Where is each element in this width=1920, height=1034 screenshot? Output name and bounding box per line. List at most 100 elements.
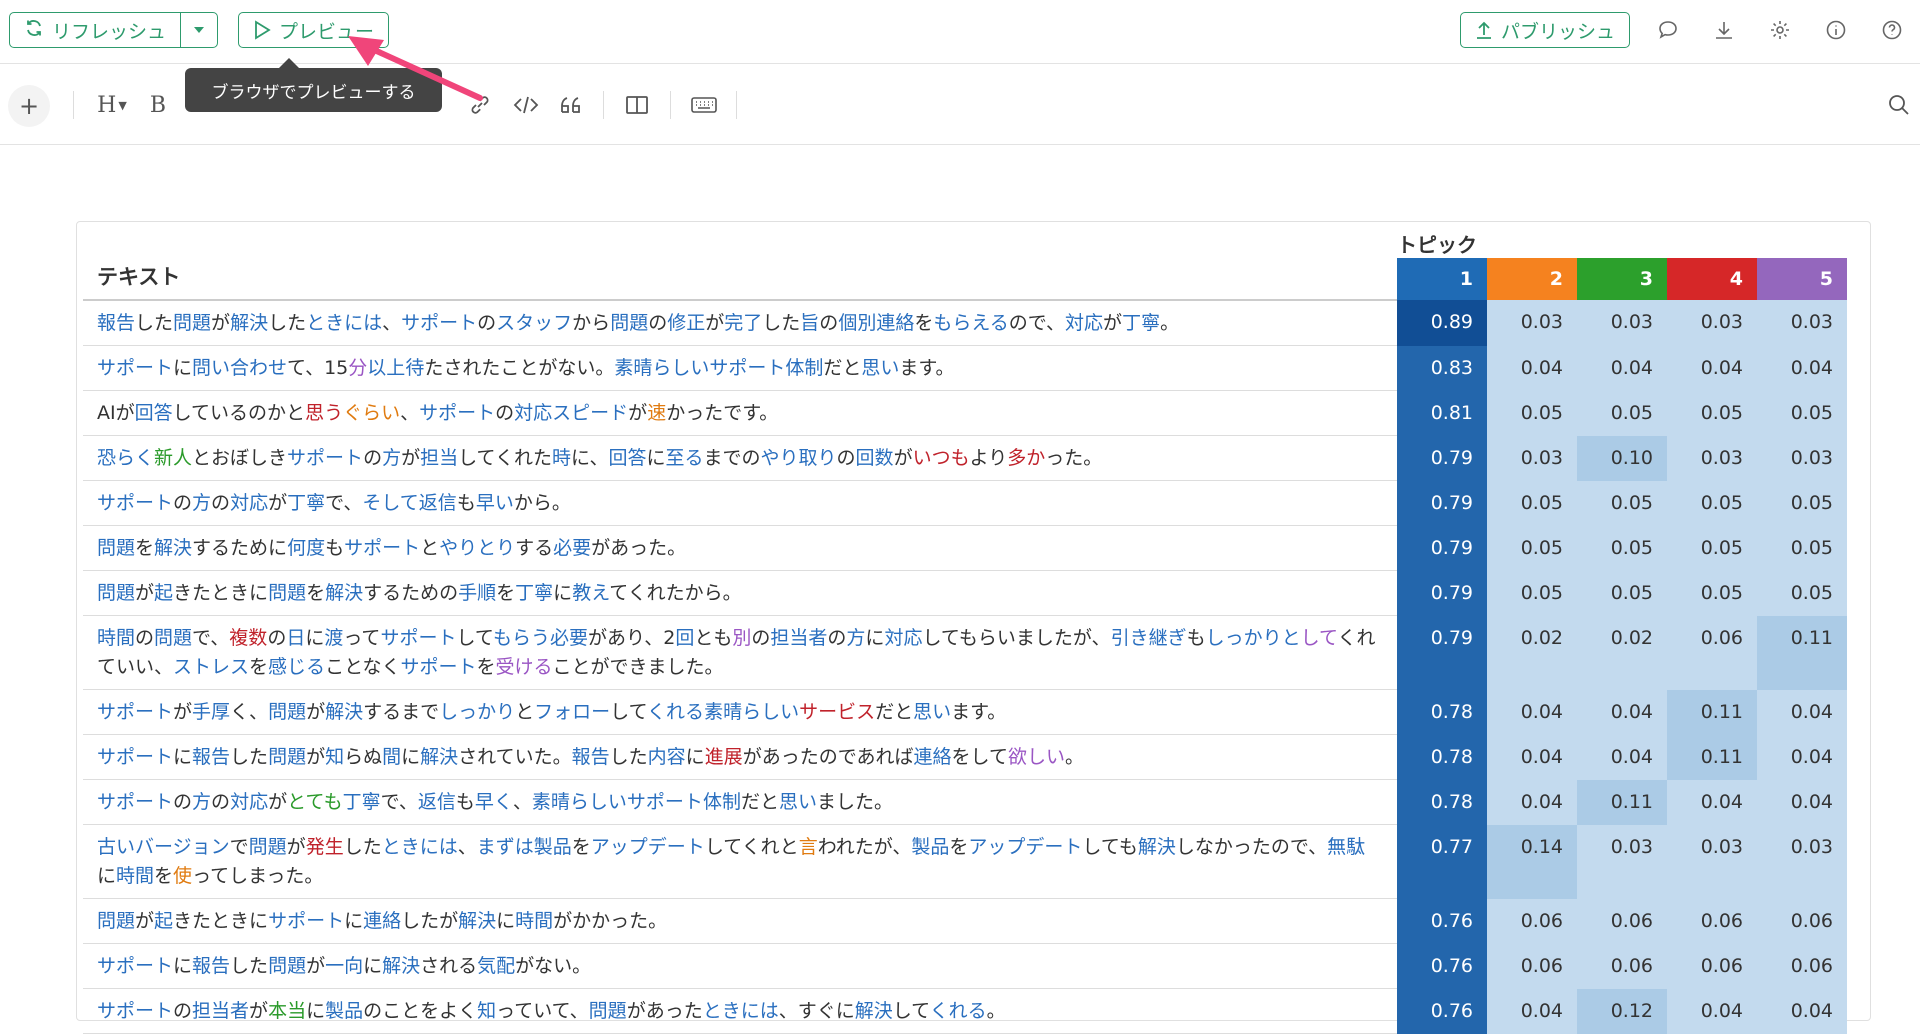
text-segment: で <box>229 836 249 858</box>
text-segment: くれる <box>929 1000 987 1022</box>
text-segment: した <box>762 312 801 334</box>
topic-2-value: 0.05 <box>1487 480 1577 526</box>
topic-column-4: 4 <box>1667 258 1757 300</box>
topic-4-value: 0.05 <box>1667 570 1757 616</box>
text-segment: サポート <box>97 791 174 813</box>
keyboard-button[interactable] <box>688 87 720 123</box>
heading-button[interactable]: H ▼ <box>92 87 132 123</box>
text-segment: した <box>268 312 307 334</box>
text-segment: サポート <box>400 656 477 678</box>
topic-5-value: 0.03 <box>1757 824 1847 899</box>
text-segment: に <box>173 955 193 977</box>
code-button[interactable] <box>511 87 541 123</box>
text-segment: 一向 <box>325 955 364 977</box>
upload-icon <box>1477 21 1491 39</box>
text-segment: 手厚 <box>192 701 231 723</box>
text-segment: 素晴らしい <box>531 791 627 813</box>
table-row: 問題を解決するために何度もサポートとやりとりする必要があった。 0.79 0.05 0… <box>83 525 1847 571</box>
topic-1-value: 0.78 <box>1397 689 1487 735</box>
gear-icon[interactable] <box>1752 14 1808 46</box>
text-segment: サポート <box>287 447 364 469</box>
text-segment: した <box>230 955 269 977</box>
text-segment: が <box>306 955 326 977</box>
text-header-label: テキスト <box>97 265 181 289</box>
publish-label: パブリッシュ <box>1501 20 1616 43</box>
topic-1-value: 0.79 <box>1397 570 1487 616</box>
text-segment: に <box>553 582 573 604</box>
quote-button[interactable] <box>556 87 586 123</box>
topic-5-value: 0.03 <box>1757 300 1847 346</box>
text-segment: 。 <box>1160 312 1180 334</box>
text-segment: 速 <box>647 402 667 424</box>
text-segment: 分 <box>348 357 368 379</box>
text-segment: サポート <box>344 537 421 559</box>
search-button[interactable] <box>1884 87 1914 123</box>
annotation-arrow-icon <box>348 36 483 101</box>
topic-5-value: 0.04 <box>1757 734 1847 780</box>
refresh-button[interactable]: リフレッシュ <box>10 13 182 47</box>
text-segment: サポート <box>401 312 478 334</box>
text-segment: で、 <box>192 627 230 649</box>
topic-table: テキスト トピック 12345 報告した問題が解決したときには、サポートのスタッ… <box>83 229 1847 1034</box>
text-segment: 本当 <box>268 1000 307 1022</box>
table-row: サポートに報告した問題が知らぬ間に解決されていた。報告した内容に進展があったので… <box>83 734 1847 780</box>
split-view-button[interactable] <box>622 87 652 123</box>
text-segment: を <box>571 836 591 858</box>
publish-button[interactable]: パブリッシュ <box>1460 12 1631 48</box>
text-segment: 回数 <box>855 447 894 469</box>
text-segment: 思う <box>305 402 344 424</box>
text-segment: 感じる <box>268 656 326 678</box>
text-segment: ときには <box>306 312 383 334</box>
text-segment: の <box>827 627 847 649</box>
text-column-header: テキスト <box>83 229 1397 301</box>
topic-5-value: 0.04 <box>1757 988 1847 1034</box>
topic-3-value: 0.05 <box>1577 525 1667 571</box>
text-segment: される <box>420 955 478 977</box>
refresh-dropdown-button[interactable] <box>181 13 217 47</box>
info-icon[interactable] <box>1808 14 1864 46</box>
text-segment: の <box>211 492 231 514</box>
row-text: サポートの担当者が本当に製品のことをよく知っていて、問題があったときには、すぐに… <box>83 988 1397 1034</box>
text-segment: っていて、 <box>496 1000 589 1022</box>
text-segment: 解決 <box>420 746 459 768</box>
text-segment: 問題 <box>268 701 307 723</box>
text-segment: が <box>173 701 193 723</box>
text-segment: に <box>496 910 516 932</box>
text-segment: をして <box>951 746 1008 768</box>
text-segment: を <box>476 656 496 678</box>
refresh-label: リフレッシュ <box>52 20 167 43</box>
topic-1-value: 0.77 <box>1397 824 1487 899</box>
topic-5-value: 0.03 <box>1757 435 1847 481</box>
comment-icon[interactable] <box>1640 14 1696 46</box>
text-segment: 発生 <box>305 836 344 858</box>
text-segment: 問題 <box>588 1000 627 1022</box>
text-segment: から。 <box>513 492 571 514</box>
chevron-down-icon <box>194 27 205 33</box>
download-icon[interactable] <box>1696 14 1752 46</box>
text-segment: 問題 <box>610 312 649 334</box>
add-button[interactable]: + <box>8 85 50 127</box>
text-segment: サービス <box>799 701 876 723</box>
text-segment: 早く <box>474 791 513 813</box>
text-segment: に <box>305 627 325 649</box>
text-segment: われたが、 <box>817 836 912 858</box>
help-icon[interactable] <box>1864 14 1920 46</box>
text-segment: を <box>249 656 269 678</box>
topic-4-value: 0.04 <box>1667 779 1757 825</box>
text-segment: 必要 <box>549 627 588 649</box>
topic-3-value: 0.11 <box>1577 779 1667 825</box>
text-segment: ことなく <box>325 656 401 678</box>
text-segment: サポート <box>97 1000 174 1022</box>
text-segment: 丁寧 <box>287 492 326 514</box>
text-segment: を <box>914 312 934 334</box>
divider <box>670 91 671 119</box>
text-segment: 問題 <box>268 746 307 768</box>
text-segment: まずは <box>476 836 534 858</box>
bold-button[interactable]: B <box>145 87 171 123</box>
divider <box>603 91 604 119</box>
text-segment: の <box>477 312 497 334</box>
text-segment: 思い <box>778 791 817 813</box>
text-segment: 以上 <box>367 357 406 379</box>
text-segment: くれる <box>647 701 705 723</box>
text-segment: やり取り <box>760 447 837 469</box>
